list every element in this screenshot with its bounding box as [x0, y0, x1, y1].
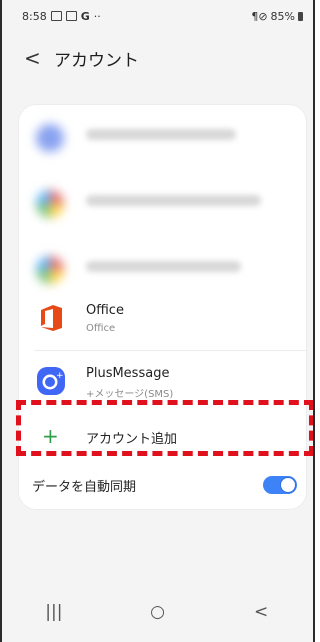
- status-right: ¶⊘ 85%: [251, 10, 303, 23]
- blurred-account-text: [86, 195, 261, 206]
- image-icon: [50, 11, 62, 21]
- plus-icon: +: [42, 424, 59, 448]
- signal-icon: ¶⊘: [251, 9, 268, 23]
- header: < アカウント: [2, 38, 313, 78]
- accounts-card: Office Office + PlusMessage +メッセージ(SMS) …: [18, 104, 307, 510]
- account-name: Office: [86, 303, 124, 318]
- blurred-account-text: [86, 261, 241, 272]
- blurred-account-icon: [36, 256, 64, 284]
- office-icon: [36, 303, 66, 333]
- account-row-office[interactable]: Office Office: [18, 288, 307, 348]
- account-type: Office: [86, 323, 116, 334]
- svg-text:+: +: [56, 371, 64, 381]
- account-type: +メッセージ(SMS): [86, 389, 174, 400]
- toggle-knob: [281, 478, 295, 492]
- auto-sync-row[interactable]: データを自動同期: [18, 462, 307, 508]
- recent-apps-button[interactable]: |||: [34, 602, 74, 622]
- blurred-account-row[interactable]: [18, 104, 307, 170]
- add-account-button[interactable]: + アカウント追加: [18, 410, 307, 462]
- plusmessage-icon: +: [36, 366, 66, 396]
- blurred-account-row[interactable]: [18, 170, 307, 236]
- auto-sync-label: データを自動同期: [32, 480, 137, 495]
- nav-back-button[interactable]: <: [241, 602, 281, 622]
- battery-icon: [298, 11, 303, 21]
- google-g-icon: G: [80, 9, 90, 23]
- phone-screen: 8:58 G ·· ¶⊘ 85% < アカウント Office Office +…: [0, 0, 315, 642]
- navigation-bar: ||| ○ <: [2, 582, 313, 642]
- divider: [34, 350, 307, 351]
- status-left: 8:58 G ··: [22, 10, 101, 23]
- dots-icon: ··: [93, 9, 101, 23]
- auto-sync-toggle[interactable]: [263, 476, 297, 494]
- battery-percent: 85%: [270, 9, 295, 23]
- status-bar: 8:58 G ·· ¶⊘ 85%: [2, 0, 313, 32]
- blurred-account-icon: [36, 124, 64, 152]
- back-button[interactable]: <: [24, 46, 48, 70]
- status-time: 8:58: [22, 9, 47, 23]
- account-name: PlusMessage: [86, 366, 170, 381]
- calendar-icon: [65, 11, 77, 21]
- home-button[interactable]: ○: [137, 602, 177, 622]
- blurred-account-icon: [36, 190, 64, 218]
- page-title: アカウント: [54, 50, 139, 71]
- add-account-label: アカウント追加: [86, 432, 178, 447]
- blurred-account-text: [86, 129, 236, 140]
- account-row-plusmessage[interactable]: + PlusMessage +メッセージ(SMS): [18, 352, 307, 410]
